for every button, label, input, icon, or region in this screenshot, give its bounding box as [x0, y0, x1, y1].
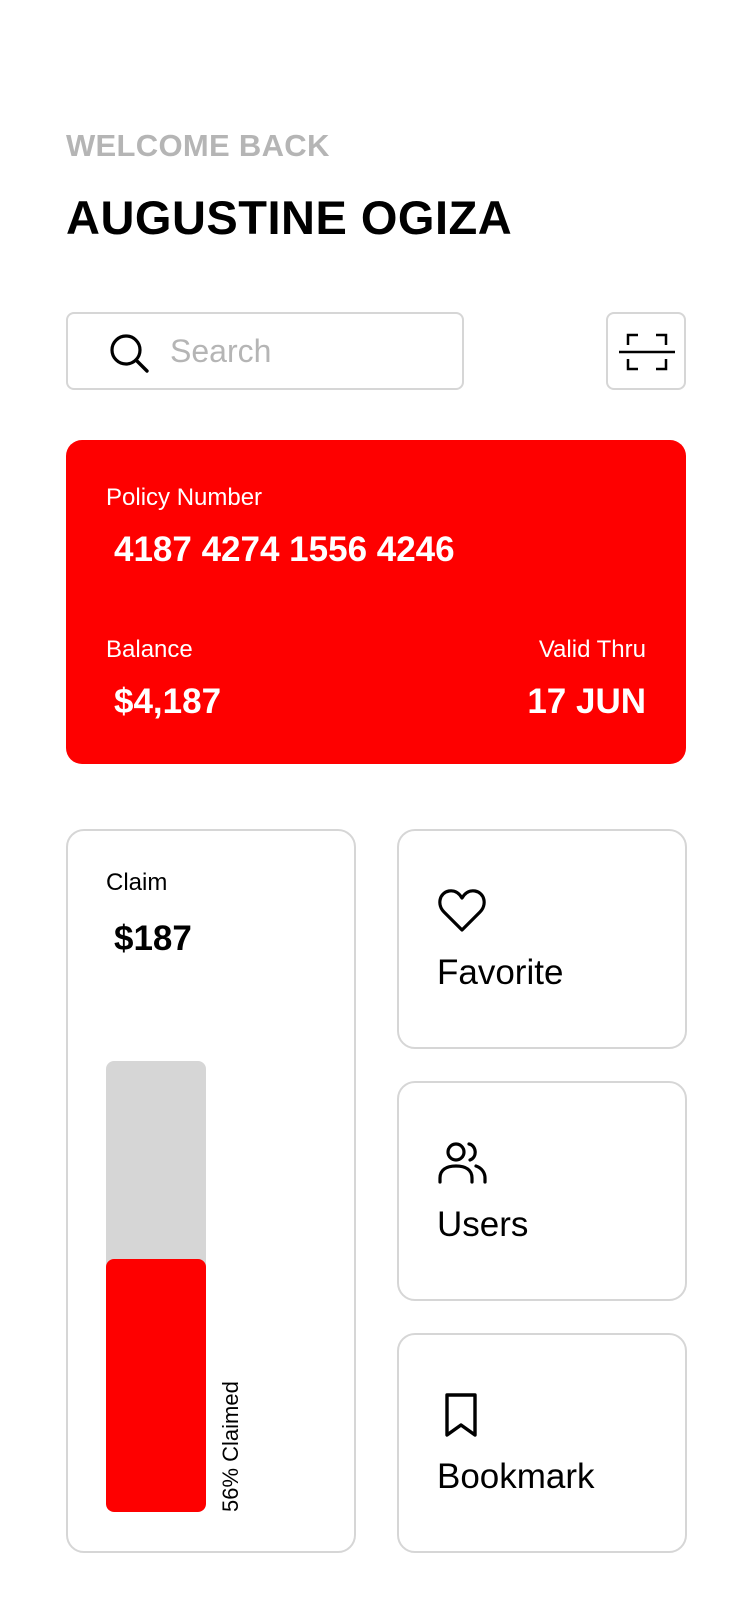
bookmark-icon [445, 1393, 477, 1437]
valid-thru-label: Valid Thru [538, 636, 646, 663]
policy-number-label: Policy Number [106, 484, 263, 511]
search-box[interactable] [66, 312, 464, 390]
favorite-tile[interactable]: Favorite [397, 829, 687, 1049]
claim-progress-fill [106, 1259, 206, 1512]
balance-label: Balance [106, 636, 193, 663]
users-tile[interactable]: Users [397, 1081, 687, 1301]
users-label: Users [437, 1205, 529, 1244]
scan-button[interactable] [606, 312, 686, 390]
balance-value: $4,187 [114, 682, 222, 721]
claim-card[interactable]: Claim $187 56% Claimed [66, 829, 356, 1553]
welcome-text: WELCOME BACK [66, 128, 330, 163]
scan-icon [619, 333, 675, 371]
policy-card[interactable]: Policy Number 4187 4274 1556 4246 Balanc… [66, 440, 686, 764]
bookmark-tile[interactable]: Bookmark [397, 1333, 687, 1553]
search-input[interactable] [170, 328, 440, 374]
search-icon [110, 334, 149, 373]
users-icon [438, 1142, 487, 1184]
user-name: AUGUSTINE OGIZA [66, 191, 513, 244]
claim-progress-track [106, 1061, 206, 1512]
favorite-label: Favorite [437, 953, 564, 992]
claim-label: Claim [106, 869, 168, 896]
bookmark-label: Bookmark [437, 1457, 595, 1496]
policy-number: 4187 4274 1556 4246 [114, 530, 455, 569]
heart-icon [438, 889, 486, 932]
claim-progress-caption: 56% Claimed [218, 1381, 243, 1512]
claim-amount: $187 [114, 919, 192, 958]
valid-thru-value: 17 JUN [527, 682, 646, 721]
